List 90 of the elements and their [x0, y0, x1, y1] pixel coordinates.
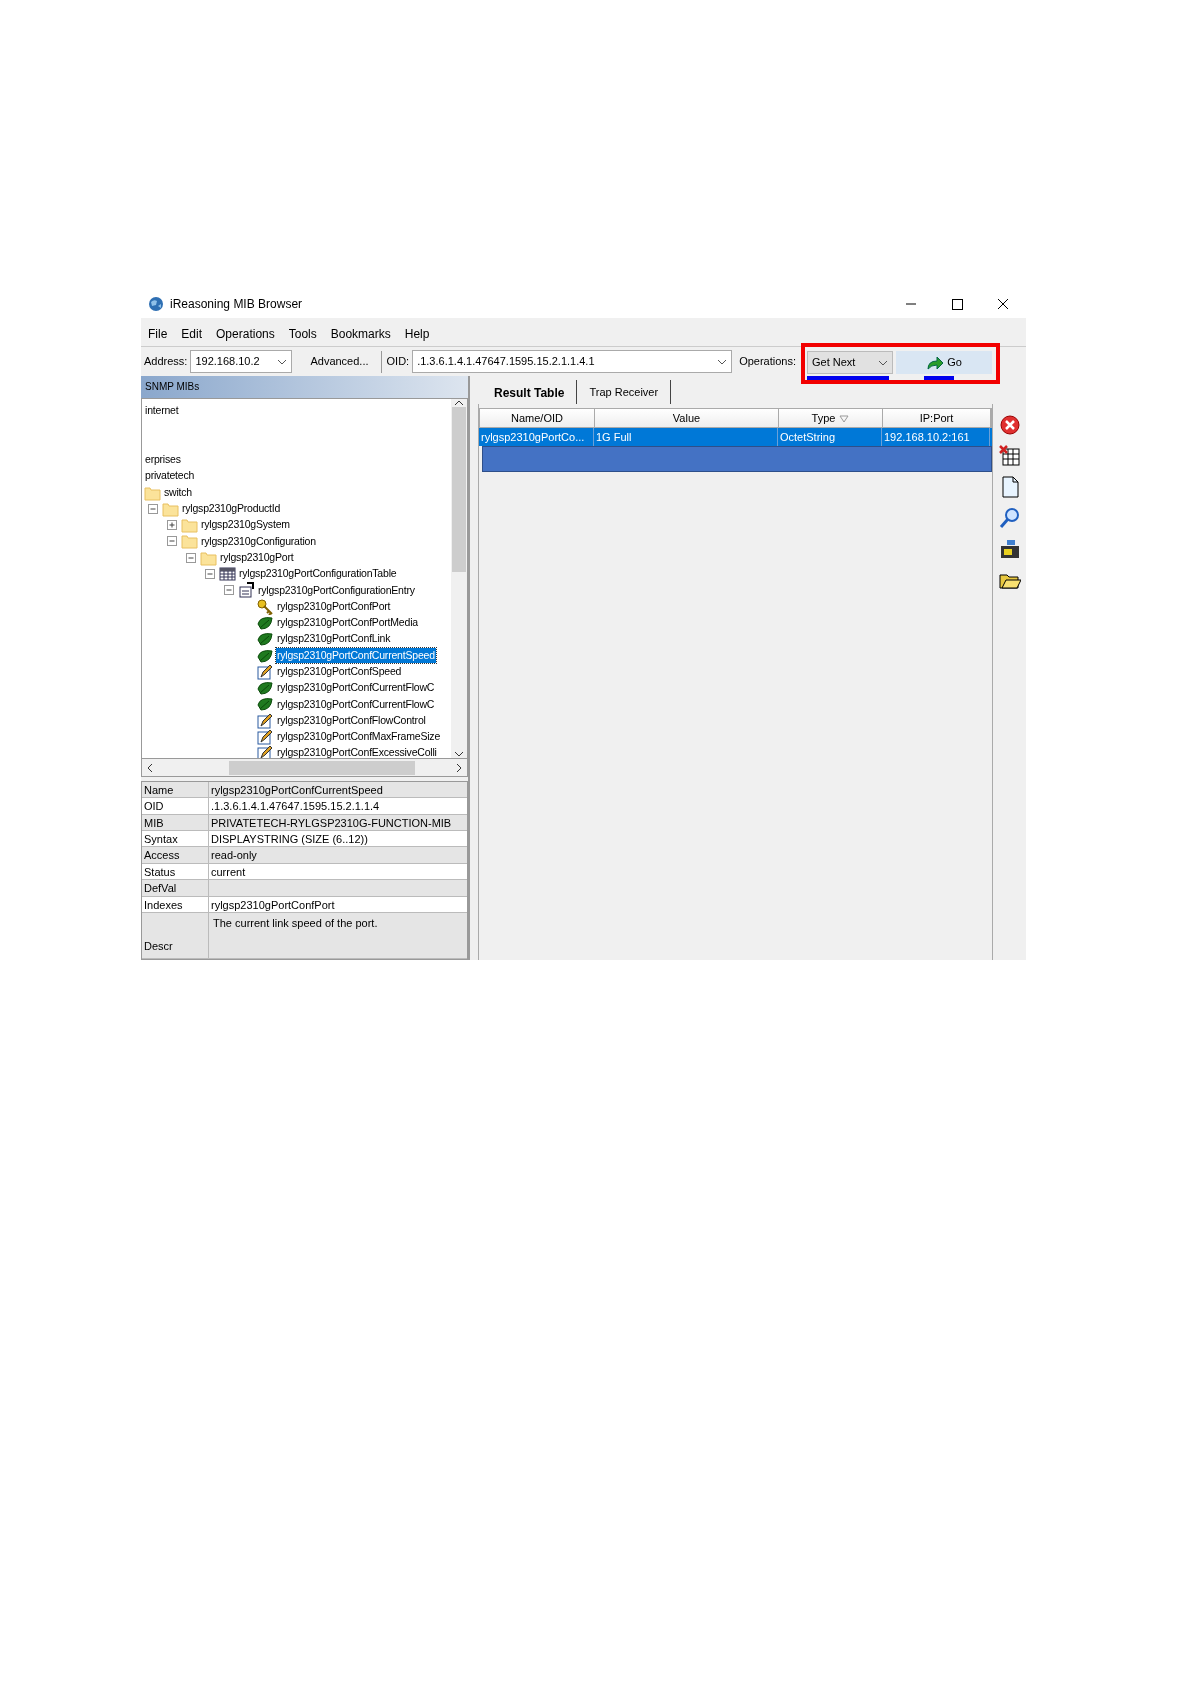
tree-item[interactable]: internet — [144, 402, 180, 419]
column-header[interactable]: IP:Port — [883, 409, 991, 427]
leaf-icon — [257, 680, 274, 697]
scroll-left-icon[interactable] — [146, 762, 154, 773]
close-icon[interactable] — [996, 297, 1010, 311]
scroll-right-icon[interactable] — [455, 762, 463, 773]
globe-icon — [148, 296, 164, 312]
tree-item[interactable]: rylgsp2310gPortConfExcessiveColli — [276, 745, 438, 759]
edit-icon — [257, 663, 274, 680]
go-button[interactable]: Go — [896, 351, 992, 374]
edit-icon — [257, 729, 274, 746]
delete-icon[interactable] — [998, 414, 1021, 436]
scroll-down-icon[interactable] — [454, 750, 464, 759]
clear-table-icon[interactable] — [998, 445, 1021, 467]
horizontal-scrollbar[interactable] — [141, 759, 468, 777]
chevron-down-icon — [878, 358, 888, 367]
property-label: Name — [142, 781, 209, 799]
collapse-icon[interactable] — [148, 503, 158, 514]
tree-item[interactable]: privatetech — [144, 468, 196, 485]
scroll-up-icon[interactable] — [454, 398, 464, 407]
menu-item[interactable]: File — [141, 324, 175, 344]
property-label: Descr — [142, 913, 209, 959]
leaf-icon — [257, 696, 274, 713]
property-value: read-only — [209, 847, 467, 864]
operations-select[interactable]: Get Next — [807, 351, 893, 374]
collapse-icon[interactable] — [205, 569, 215, 580]
menu-item[interactable]: Operations — [209, 324, 282, 344]
collapse-icon[interactable] — [167, 536, 177, 547]
menu-item[interactable]: Edit — [174, 324, 210, 344]
panel-header: SNMP MIBs — [141, 376, 468, 398]
address-label: Address: — [143, 354, 189, 370]
table-icon — [219, 566, 236, 583]
arrow-icon — [926, 355, 945, 370]
tree-item[interactable]: rylgsp2310gPortConfigurationTable — [238, 566, 398, 582]
operations-label: Operations: — [738, 354, 797, 370]
tree-item[interactable]: rylgsp2310gPortConfCurrentFlowC — [276, 696, 436, 713]
tree-item[interactable]: rylgsp2310gPortConfigurationEntry — [257, 582, 416, 599]
oid-label: OID: — [385, 354, 411, 370]
address-combo[interactable]: 192.168.10.2 — [190, 350, 293, 373]
property-value: The current link speed of the port. — [209, 913, 467, 959]
vertical-scrollbar[interactable] — [451, 398, 467, 759]
edit-icon — [257, 712, 274, 729]
folder-icon — [144, 484, 161, 501]
oid-combo[interactable]: .1.3.6.1.4.1.47647.1595.15.2.1.1.4.1 — [412, 350, 733, 373]
folder-icon — [181, 533, 198, 550]
folder-icon — [162, 500, 179, 517]
property-value: .1.3.6.1.4.1.47647.1595.15.2.1.1.4 — [209, 798, 467, 815]
chevron-down-icon — [277, 357, 288, 366]
table-row[interactable]: rylgsp2310gPortCo... 1G Full OctetString 192.168.10.2:161 — [479, 428, 992, 446]
tree-item[interactable]: rylgsp2310gSystem — [200, 517, 291, 534]
tree-item[interactable]: rylgsp2310gPortConfMaxFrameSize — [276, 729, 442, 745]
column-header[interactable]: Value — [595, 409, 779, 427]
tree-item[interactable]: rylgsp2310gProductId — [181, 501, 282, 517]
tree-item[interactable]: rylgsp2310gPort — [219, 549, 295, 566]
menu-item[interactable]: Bookmarks — [323, 324, 398, 344]
tree-item[interactable]: rylgsp2310gPortConfPort — [276, 598, 392, 615]
tree-item[interactable]: rylgsp2310gPortConfPortMedia — [276, 615, 419, 631]
column-header[interactable]: Name/OID — [480, 409, 595, 427]
column-header[interactable]: Type — [779, 409, 883, 427]
leaf-icon — [257, 647, 274, 664]
maximize-icon[interactable] — [950, 297, 964, 311]
folder-icon — [181, 517, 198, 534]
tree-item[interactable]: rylgsp2310gPortConfCurrentSpeed — [276, 647, 436, 664]
property-value: rylgsp2310gPortConfCurrentSpeed — [209, 781, 467, 799]
sort-icon — [839, 415, 850, 424]
tree-item[interactable]: switch — [163, 484, 193, 501]
tree-item[interactable]: erprises — [144, 452, 182, 468]
tree-item[interactable]: rylgsp2310gConfiguration — [200, 533, 317, 550]
tree-item[interactable]: rylgsp2310gPortConfSpeed — [276, 664, 403, 680]
leaf-icon — [257, 631, 274, 648]
tree-item[interactable]: rylgsp2310gPortConfFlowControl — [276, 712, 427, 729]
leaf-icon — [257, 614, 274, 631]
tree-item[interactable]: rylgsp2310gPortConfCurrentFlowC — [276, 680, 436, 697]
key-icon — [257, 598, 274, 615]
search-icon[interactable] — [998, 507, 1021, 529]
chevron-down-icon — [717, 357, 728, 366]
menu-item[interactable]: Help — [397, 324, 437, 344]
collapse-icon[interactable] — [186, 552, 196, 563]
underline-mark — [924, 376, 954, 380]
collapse-icon[interactable] — [224, 585, 234, 596]
entry-icon — [238, 582, 255, 599]
property-label: Access — [142, 847, 209, 864]
menu-item[interactable]: Tools — [281, 324, 324, 344]
advanced-button[interactable]: Advanced... — [300, 350, 379, 373]
tree-item[interactable]: rylgsp2310gPortConfLink — [276, 631, 392, 648]
property-label: OID — [142, 798, 209, 815]
window-title: iReasoning MIB Browser — [170, 296, 304, 313]
expand-icon[interactable] — [167, 520, 177, 531]
folder-icon — [200, 549, 217, 566]
property-label: DefVal — [142, 880, 209, 897]
